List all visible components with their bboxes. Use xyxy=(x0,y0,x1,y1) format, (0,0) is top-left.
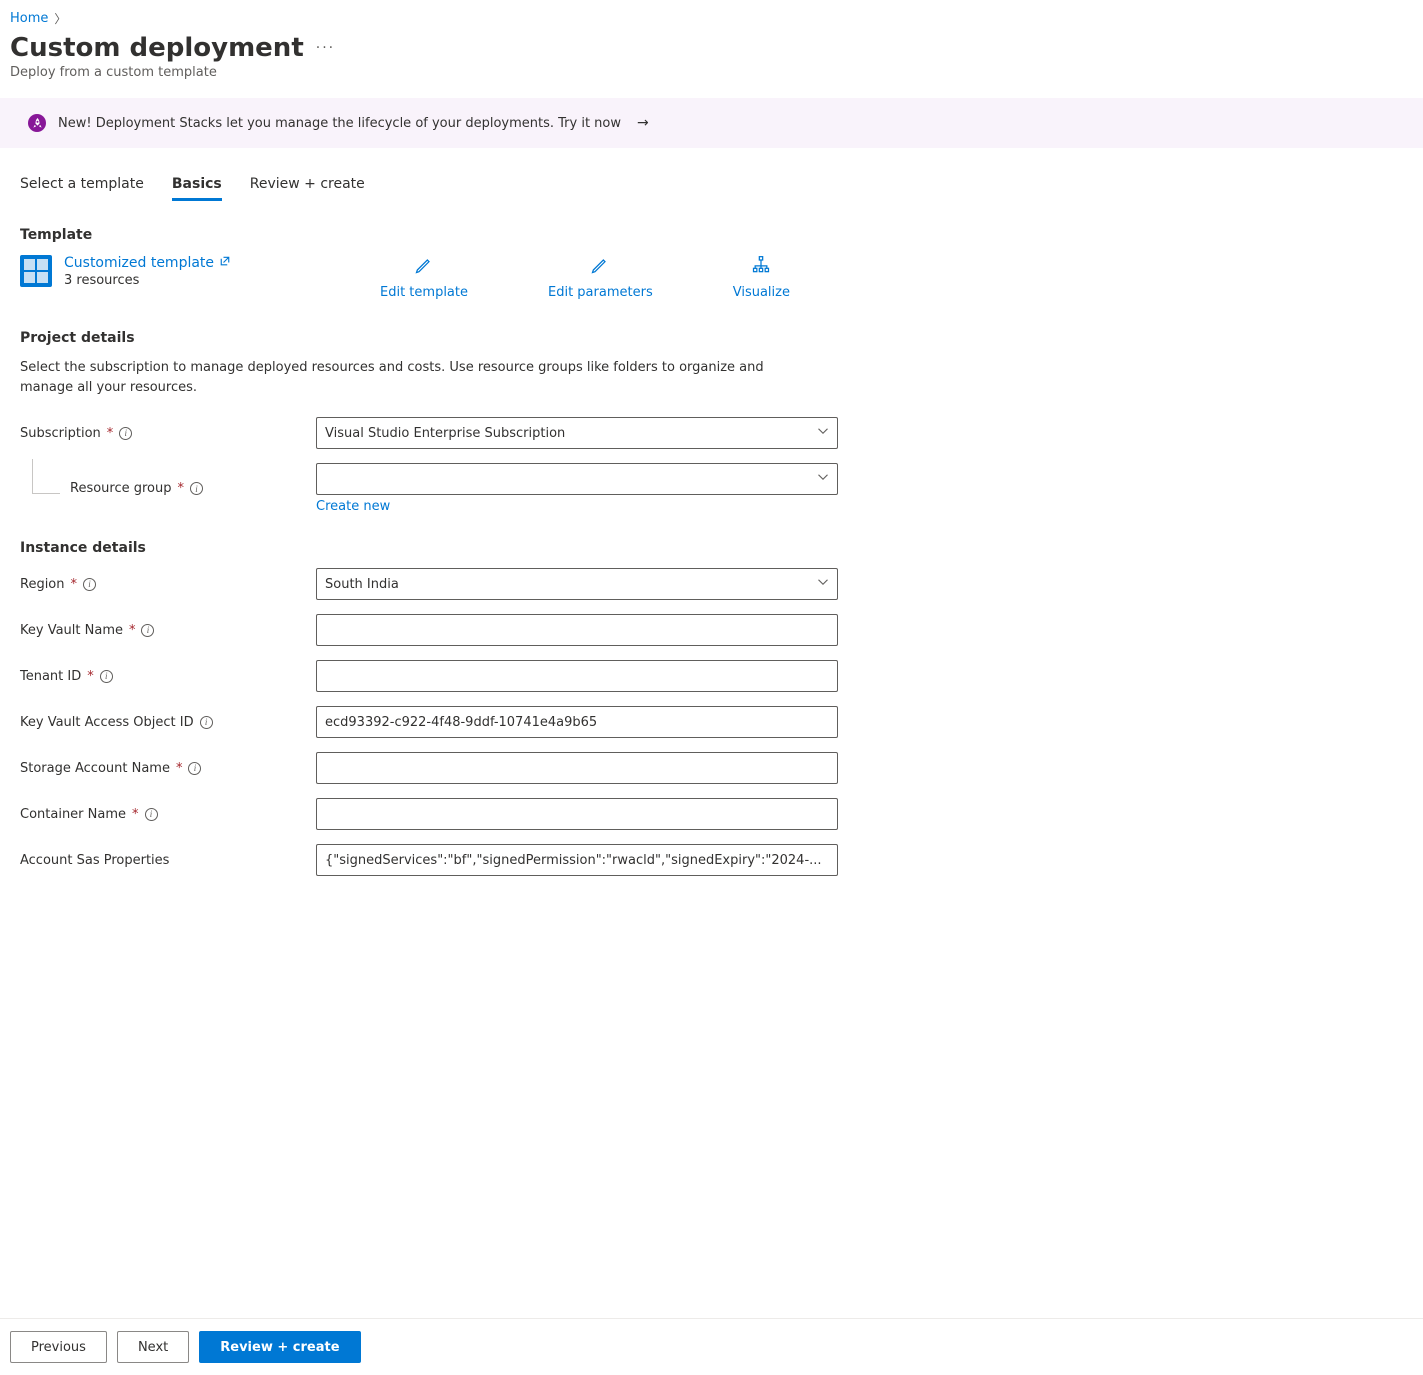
info-icon[interactable]: i xyxy=(100,670,113,683)
edit-parameters-label: Edit parameters xyxy=(548,285,653,300)
required-indicator: * xyxy=(129,623,136,638)
external-link-icon xyxy=(219,255,231,271)
required-indicator: * xyxy=(107,426,114,441)
page-title: Custom deployment xyxy=(10,33,304,63)
subscription-label: Subscription xyxy=(20,426,101,441)
customized-template-card: Customized template 3 resources xyxy=(20,255,380,288)
tenant-id-input[interactable] xyxy=(325,669,829,684)
info-icon[interactable]: i xyxy=(200,716,213,729)
required-indicator: * xyxy=(71,577,78,592)
storage-account-name-input[interactable] xyxy=(325,761,829,776)
breadcrumb-home[interactable]: Home xyxy=(10,11,48,26)
tab-select-template[interactable]: Select a template xyxy=(20,176,144,201)
chevron-right-icon: 〉 xyxy=(54,10,66,27)
edit-parameters-button[interactable]: Edit parameters xyxy=(548,255,653,300)
tab-review-create[interactable]: Review + create xyxy=(250,176,365,201)
rocket-icon xyxy=(28,114,46,132)
subscription-select[interactable]: Visual Studio Enterprise Subscription xyxy=(316,417,838,449)
container-name-label: Container Name xyxy=(20,807,126,822)
create-new-resource-group-link[interactable]: Create new xyxy=(316,499,390,514)
banner-text: New! Deployment Stacks let you manage th… xyxy=(58,116,621,131)
chevron-down-icon xyxy=(817,471,829,487)
info-icon[interactable]: i xyxy=(188,762,201,775)
review-create-button[interactable]: Review + create xyxy=(199,1331,360,1363)
required-indicator: * xyxy=(132,807,139,822)
required-indicator: * xyxy=(176,761,183,776)
region-value: South India xyxy=(325,577,399,592)
info-icon[interactable]: i xyxy=(83,578,96,591)
region-select[interactable]: South India xyxy=(316,568,838,600)
required-indicator: * xyxy=(87,669,94,684)
visualize-button[interactable]: Visualize xyxy=(733,255,790,300)
page-subtitle: Deploy from a custom template xyxy=(10,65,1413,80)
account-sas-input[interactable] xyxy=(325,853,829,868)
more-actions-button[interactable]: ··· xyxy=(316,40,335,56)
pencil-icon xyxy=(590,255,610,279)
deployment-stacks-banner[interactable]: New! Deployment Stacks let you manage th… xyxy=(0,98,1423,148)
info-icon[interactable]: i xyxy=(190,482,203,495)
project-details-help: Select the subscription to manage deploy… xyxy=(10,358,800,397)
template-resources-count: 3 resources xyxy=(64,273,231,288)
info-icon[interactable]: i xyxy=(145,808,158,821)
chevron-down-icon xyxy=(817,425,829,441)
info-icon[interactable]: i xyxy=(119,427,132,440)
hierarchy-icon xyxy=(751,255,771,279)
wizard-tabs: Select a template Basics Review + create xyxy=(10,176,1413,201)
template-heading: Template xyxy=(10,227,1413,243)
key-vault-name-label: Key Vault Name xyxy=(20,623,123,638)
instance-details-heading: Instance details xyxy=(10,540,1413,556)
arrow-right-icon: → xyxy=(637,115,649,131)
container-name-input[interactable] xyxy=(325,807,829,822)
chevron-down-icon xyxy=(817,576,829,592)
region-label: Region xyxy=(20,577,65,592)
info-icon[interactable]: i xyxy=(141,624,154,637)
storage-account-name-label: Storage Account Name xyxy=(20,761,170,776)
key-vault-name-input[interactable] xyxy=(325,623,829,638)
breadcrumb: Home 〉 xyxy=(10,10,1413,27)
edit-template-button[interactable]: Edit template xyxy=(380,255,468,300)
template-icon xyxy=(20,255,52,287)
resource-group-label: Resource group xyxy=(70,481,172,496)
subscription-value: Visual Studio Enterprise Subscription xyxy=(325,426,565,441)
wizard-footer: Previous Next Review + create xyxy=(0,1318,1423,1375)
customized-template-link[interactable]: Customized template xyxy=(64,255,231,271)
account-sas-label: Account Sas Properties xyxy=(20,853,169,868)
kv-access-object-id-input[interactable] xyxy=(325,715,829,730)
pencil-icon xyxy=(414,255,434,279)
tab-basics[interactable]: Basics xyxy=(172,176,222,201)
customized-template-link-label: Customized template xyxy=(64,255,214,271)
required-indicator: * xyxy=(178,481,185,496)
previous-button[interactable]: Previous xyxy=(10,1331,107,1363)
resource-group-select[interactable] xyxy=(316,463,838,495)
next-button[interactable]: Next xyxy=(117,1331,189,1363)
kv-access-object-id-label: Key Vault Access Object ID xyxy=(20,715,194,730)
edit-template-label: Edit template xyxy=(380,285,468,300)
visualize-label: Visualize xyxy=(733,285,790,300)
tenant-id-label: Tenant ID xyxy=(20,669,81,684)
project-details-heading: Project details xyxy=(10,330,1413,346)
